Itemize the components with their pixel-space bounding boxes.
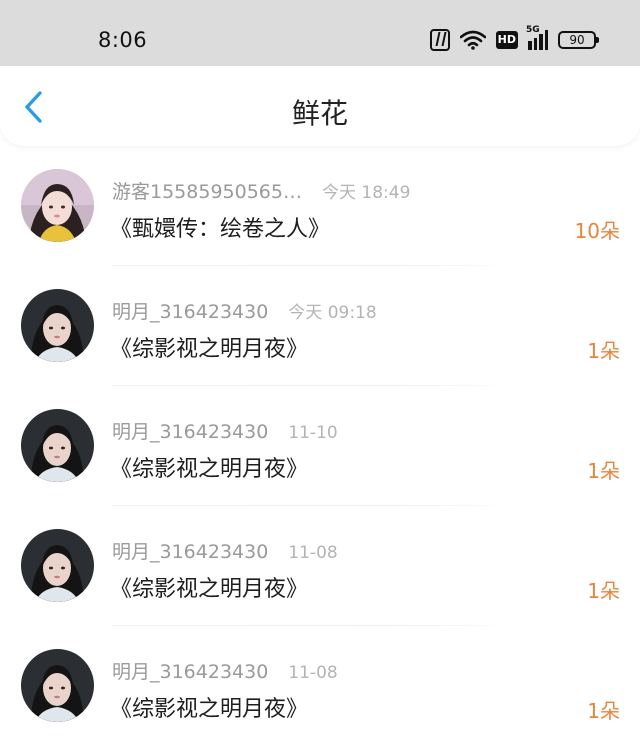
user-name[interactable]: 明月_316423430: [112, 537, 268, 564]
book-title[interactable]: 《综影视之明月夜》: [110, 451, 308, 483]
list-item[interactable]: 明月_316423430 11-10 《综影视之明月夜》 1朵: [0, 386, 640, 506]
timestamp: 11-08: [288, 663, 338, 683]
flower-record-list: 游客15585950565… 今天 18:49 《甄嬛传：绘卷之人》 10朵 明…: [0, 146, 640, 746]
list-item[interactable]: 明月_316423430 今天 09:18 《综影视之明月夜》 1朵: [0, 266, 640, 386]
avatar[interactable]: [21, 289, 94, 362]
timestamp: 今天 09:18: [288, 303, 377, 323]
name-row: 明月_316423430 11-10: [112, 417, 338, 444]
nfc-icon: [429, 29, 450, 51]
status-bar: 8:06 HD 5G 90: [0, 0, 640, 66]
book-title[interactable]: 《综影视之明月夜》: [110, 691, 308, 723]
name-row: 游客15585950565… 今天 18:49: [112, 177, 410, 204]
user-name[interactable]: 游客15585950565…: [112, 177, 302, 204]
avatar[interactable]: [21, 409, 94, 482]
signal-5g-icon: 5G: [526, 25, 548, 50]
flower-count: 10朵: [574, 219, 620, 243]
network-type-label: 5G: [526, 25, 540, 35]
page-title: 鲜花: [291, 97, 348, 130]
status-time: 8:06: [98, 28, 148, 52]
list-item[interactable]: 游客15585950565… 今天 18:49 《甄嬛传：绘卷之人》 10朵: [0, 146, 640, 266]
timestamp: 今天 18:49: [321, 183, 411, 203]
list-item[interactable]: 明月_316423430 11-08 《综影视之明月夜》 1朵: [0, 626, 640, 746]
user-name[interactable]: 明月_316423430: [112, 657, 268, 684]
name-row: 明月_316423430 11-08: [112, 657, 338, 684]
flower-count: 1朵: [587, 579, 620, 603]
avatar[interactable]: [21, 649, 94, 722]
status-icons: HD 5G 90: [429, 25, 599, 53]
timestamp: 11-08: [288, 543, 338, 563]
book-title[interactable]: 《甄嬛传：绘卷之人》: [110, 211, 330, 243]
book-title[interactable]: 《综影视之明月夜》: [110, 571, 308, 603]
book-title[interactable]: 《综影视之明月夜》: [110, 331, 308, 363]
nav-bar: 鲜花: [0, 66, 640, 146]
battery-level: 90: [569, 33, 585, 47]
user-name[interactable]: 明月_316423430: [112, 417, 268, 444]
name-row: 明月_316423430 11-08: [112, 537, 338, 564]
name-row: 明月_316423430 今天 09:18: [112, 297, 377, 324]
list-item[interactable]: 明月_316423430 11-08 《综影视之明月夜》 1朵: [0, 506, 640, 626]
wifi-icon: [459, 30, 486, 50]
battery-icon: 90: [558, 31, 599, 49]
flower-count: 1朵: [587, 699, 620, 723]
avatar[interactable]: [21, 529, 94, 602]
timestamp: 11-10: [288, 423, 338, 443]
flower-count: 1朵: [587, 459, 620, 483]
avatar[interactable]: [21, 169, 94, 242]
user-name[interactable]: 明月_316423430: [112, 297, 268, 324]
hd-icon: HD: [495, 31, 518, 49]
flower-count: 1朵: [587, 339, 620, 363]
